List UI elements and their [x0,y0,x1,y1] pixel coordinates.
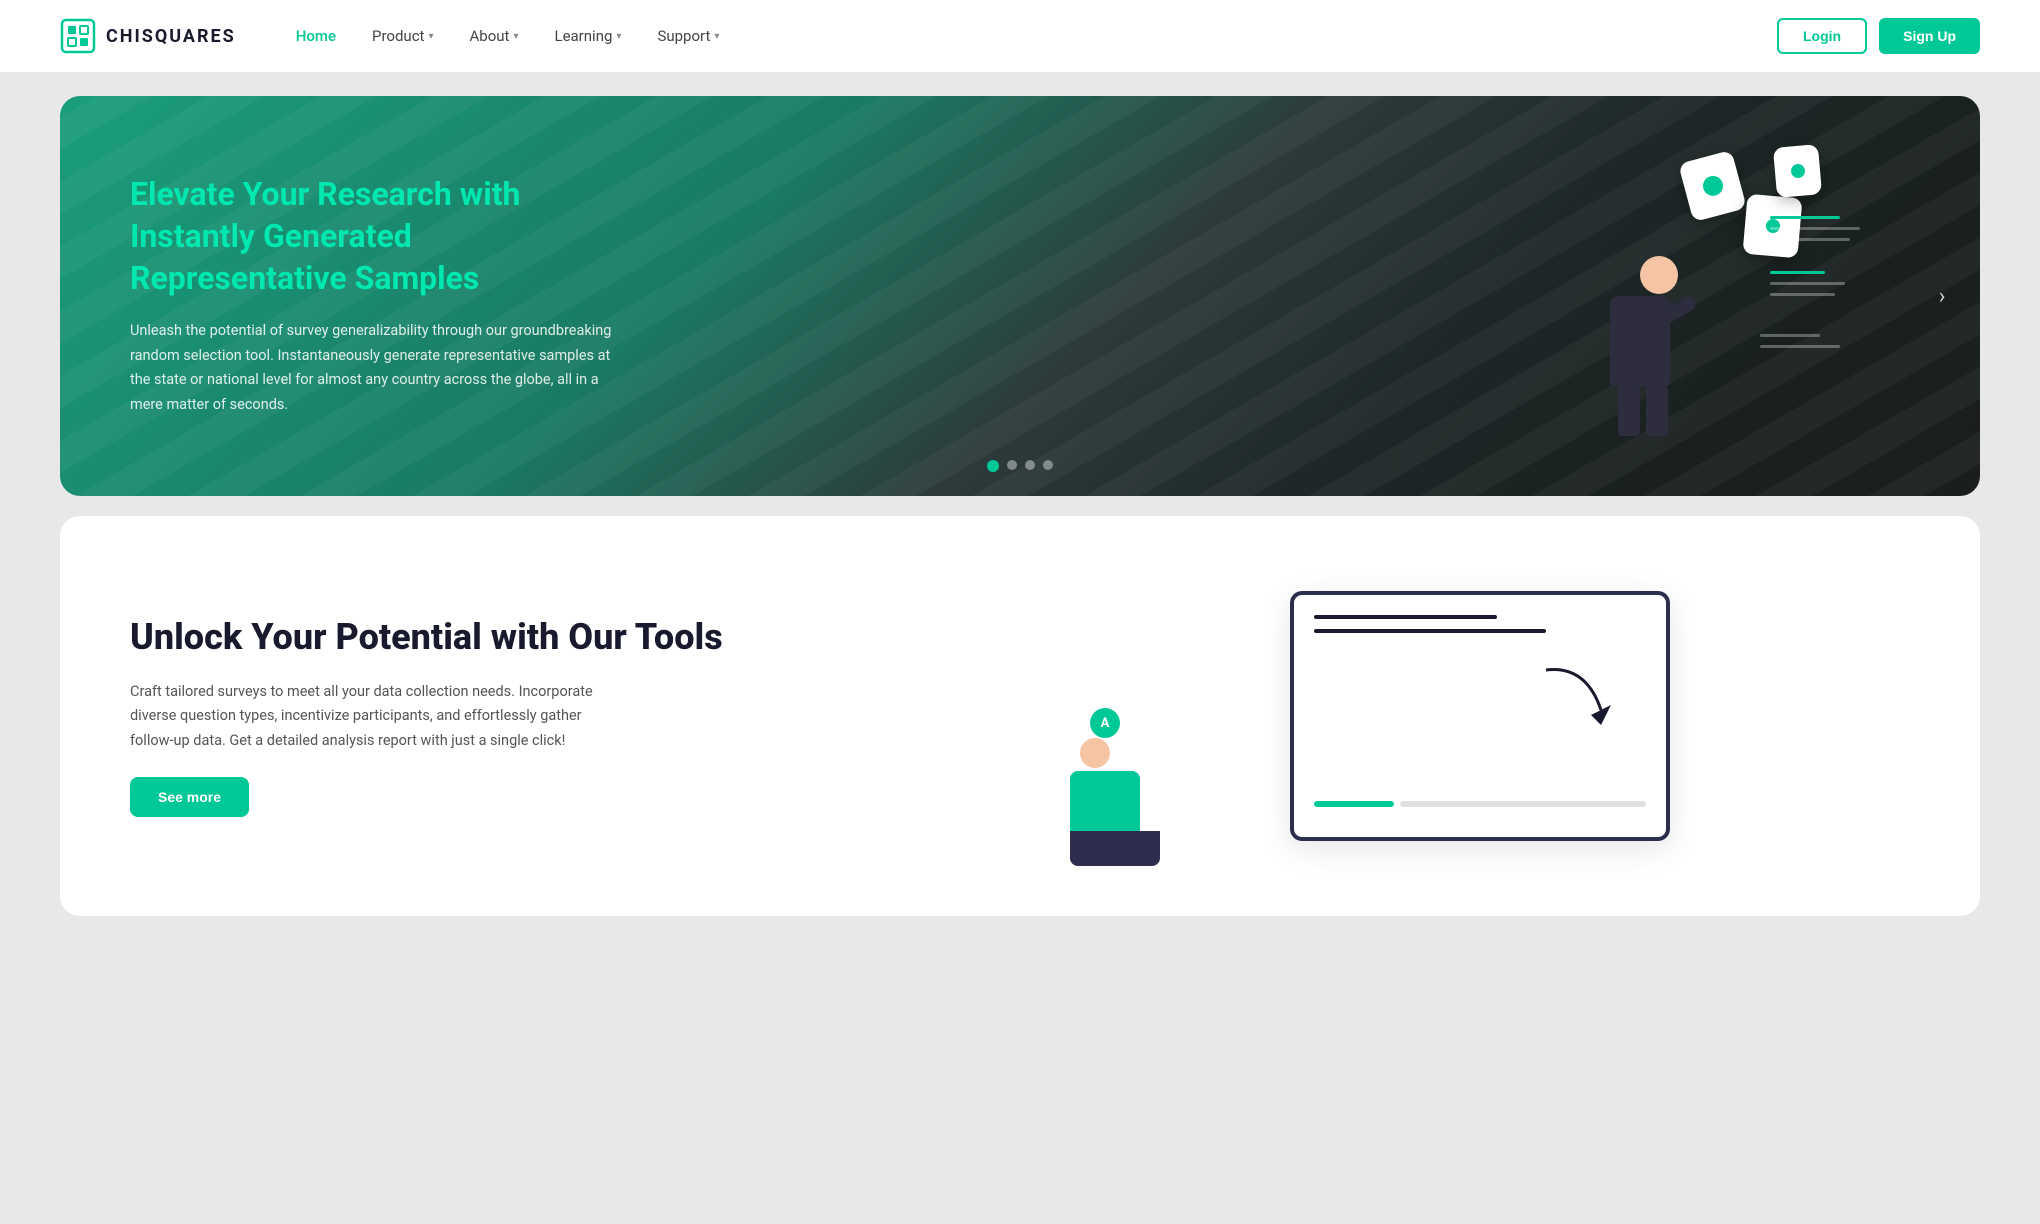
main-content: Elevate Your Research with Instantly Gen… [0,72,2040,940]
section2: Unlock Your Potential with Our Tools Cra… [60,516,1980,916]
nav-actions: Login Sign Up [1777,18,1980,54]
person-head [1640,256,1678,294]
nav-home[interactable]: Home [296,27,336,45]
nav-about[interactable]: About ▾ [470,27,519,45]
nav-links: Home Product ▾ About ▾ Learning ▾ Suppor… [296,27,1777,45]
deco-line-gray-4 [1770,293,1835,296]
person2-head [1080,738,1110,768]
floating-card-1 [1678,150,1747,222]
section2-description: Craft tailored surveys to meet all your … [130,680,610,754]
deco-line-gray-1 [1770,227,1860,230]
person-body [1610,296,1670,386]
progress-bar-teal [1314,801,1394,807]
section2-text: Unlock Your Potential with Our Tools Cra… [130,615,990,818]
learning-chevron-icon: ▾ [616,31,621,42]
deco-line-teal-2 [1770,271,1825,274]
section2-person: A [1070,738,1160,866]
carousel-dot-4[interactable] [1043,460,1053,470]
monitor-arrow-icon [1536,655,1616,735]
login-button[interactable]: Login [1777,18,1867,54]
support-chevron-icon: ▾ [714,31,719,42]
see-more-button[interactable]: See more [130,777,249,817]
hero-person-figure [1610,256,1678,436]
person2-with-bubble: A [1070,738,1160,768]
hero-title: Elevate Your Research with Instantly Gen… [130,174,630,299]
carousel-dot-2[interactable] [1007,460,1017,470]
nav-product[interactable]: Product ▾ [372,27,433,45]
carousel-dot-1[interactable] [987,460,999,472]
hero-text-block: Elevate Your Research with Instantly Gen… [130,174,630,417]
logo[interactable]: CHISQUARES [60,18,236,54]
carousel-next-arrow[interactable]: › [1924,278,1960,314]
person2-body [1070,771,1140,831]
nav-support[interactable]: Support ▾ [657,27,719,45]
person-legs [1618,386,1678,436]
about-chevron-icon: ▾ [513,31,518,42]
navbar: CHISQUARES Home Product ▾ About ▾ Learni… [0,0,2040,72]
person-leg-right [1646,386,1668,436]
carousel-dot-3[interactable] [1025,460,1035,470]
monitor-line-2 [1314,629,1546,633]
deco-line-bottom-2 [1760,345,1840,348]
nav-learning[interactable]: Learning ▾ [554,27,621,45]
floating-card-3 [1773,144,1822,198]
person2-legs [1070,831,1160,866]
hero-description: Unleash the potential of survey generali… [130,319,630,418]
deco-lines-group-2 [1770,271,1860,296]
person-leg-left [1618,386,1640,436]
hero-deco-lines-right [1770,216,1860,304]
signup-button[interactable]: Sign Up [1879,18,1980,54]
carousel-dots [987,460,1053,472]
monitor-line-1 [1314,615,1497,619]
brand-name: CHISQUARES [106,26,236,47]
hero-deco-lines-bottom [1760,334,1840,356]
card-dot-1 [1700,174,1724,198]
deco-line-teal-1 [1770,216,1840,219]
speech-bubble: A [1090,708,1120,738]
monitor-mockup [1290,591,1670,841]
hero-carousel: Elevate Your Research with Instantly Gen… [60,96,1980,496]
deco-line-bottom-1 [1760,334,1820,337]
logo-icon [60,18,96,54]
person-arm [1648,294,1698,331]
card-dot-3 [1790,163,1805,178]
progress-bar-gray [1400,801,1646,807]
section2-illustration: A [1050,576,1910,856]
deco-line-gray-3 [1770,282,1845,285]
product-chevron-icon: ▾ [428,31,433,42]
deco-line-gray-2 [1770,238,1850,241]
section2-title: Unlock Your Potential with Our Tools [130,615,990,660]
monitor-progress-bars [1314,801,1646,807]
hero-illustration [1530,136,1880,456]
